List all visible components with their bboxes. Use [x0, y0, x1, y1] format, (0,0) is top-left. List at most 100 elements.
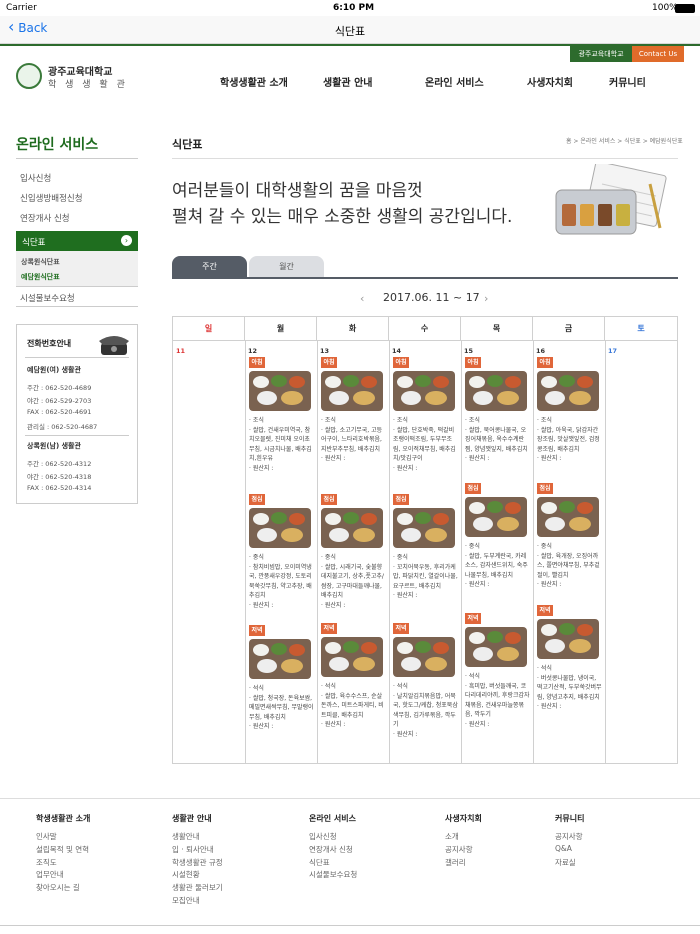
next-week-arrow-icon[interactable]: ›	[484, 292, 488, 305]
date-number: 15	[464, 347, 474, 355]
meal-tag: 저녁	[249, 625, 265, 636]
date-number: 14	[392, 347, 402, 355]
meal-calendar: 일 11 월 12 화 13 수 14 목 15 금 16 토 17 아침 · 조식 · 쌀밥, 건새우미역국…	[172, 316, 678, 764]
meal-tag: 점심	[249, 494, 265, 505]
column-divider	[533, 341, 534, 764]
weekday-header: 수	[389, 317, 461, 341]
meal-photo	[249, 508, 311, 548]
column-divider	[389, 341, 390, 764]
slogan-line1: 여러분들이 대학생활의 꿈을 마음껏	[172, 181, 423, 201]
gnb-item-intro[interactable]: 학생생활관 소개	[220, 74, 288, 89]
footer-link[interactable]: 시설물보수요청	[309, 869, 357, 880]
carrier-label: Carrier	[6, 3, 37, 13]
menu-text: · 중식 · 쌀밥, 육개장, 오징어까스, 쫄면야채무침, 부추겉절이, 빨김…	[537, 543, 600, 588]
date-number: 12	[248, 347, 258, 355]
footer-link[interactable]: 조직도	[36, 857, 57, 868]
meal-tag: 점심	[537, 483, 553, 494]
footer-link[interactable]: 입사신청	[309, 831, 337, 842]
lnb-sub-sangrok[interactable]: 상록원식단표	[21, 257, 60, 267]
meal-photo	[393, 637, 455, 677]
gnb-item-guide[interactable]: 생활관 안내	[323, 74, 372, 89]
nav-title: 식단표	[334, 25, 366, 38]
menu-text: · 석식 · 흑미밥, 버섯들깨국, 코다리데리야끼, 후랑크감자채볶음, 건새…	[465, 673, 530, 728]
slogan-line2: 펼쳐 갈 수 있는 매우 소중한 생활의 공간입니다.	[172, 207, 513, 227]
lnb-sub-yedam[interactable]: 예담원식단표	[21, 272, 60, 282]
footer-link[interactable]: 찾아오시는 길	[36, 882, 80, 893]
footer-link[interactable]: 업무안내	[36, 869, 64, 880]
column-divider	[605, 341, 606, 764]
footer-link[interactable]: 설립목적 및 연혁	[36, 844, 89, 855]
footer-link[interactable]: 학생생활관 규정	[172, 857, 223, 868]
footer-link[interactable]: 소개	[445, 831, 459, 842]
column-divider	[461, 341, 462, 764]
meal-tray-illustration	[555, 164, 667, 235]
lnb-item-apply[interactable]: 입사신청	[16, 172, 138, 184]
menu-text: · 조식 · 쌀밥, 건새우미역국, 참치오믈렛, 진미채 오이초무침, 시금치…	[249, 417, 312, 472]
tab-monthly[interactable]: 월간	[249, 256, 324, 278]
lnb-item-room[interactable]: 신입생방배정신청	[16, 192, 138, 204]
weekday-header: 화	[317, 317, 389, 341]
weekday-header: 목	[461, 317, 533, 341]
phone-heading-sangrok: 상록원(남) 생활관	[27, 442, 81, 450]
meal-photo	[249, 371, 311, 411]
footer-link[interactable]: 모집안내	[172, 895, 200, 906]
gnb-item-community[interactable]: 커뮤니티	[609, 74, 646, 89]
battery-label: 100%	[652, 3, 678, 13]
tab-underline	[172, 277, 678, 279]
footer-link[interactable]: 생활관 둘러보기	[172, 882, 223, 893]
lnb-item-repair[interactable]: 시설물보수요청	[16, 292, 138, 304]
lnb-active-label: 식단표	[22, 238, 46, 248]
site-logo[interactable]: 광주교육대학교 학 생 생 활 관	[16, 63, 136, 91]
meal-tag: 점심	[393, 494, 409, 505]
meal-photo	[393, 371, 455, 411]
title-divider	[172, 158, 678, 159]
footer-link[interactable]: 갤러리	[445, 857, 466, 868]
date-number: 17	[608, 347, 618, 355]
menu-text: · 조식 · 쌀밥, 소고기무국, 고등어구이, 느타리호박볶음, 지반부추무침…	[321, 417, 383, 462]
meal-photo	[249, 639, 311, 679]
phone-line: FAX : 062-520-4314	[27, 484, 92, 492]
phone-divider	[25, 435, 129, 436]
chevron-right-icon: ›	[121, 235, 132, 246]
phone-heading-yedam: 예담원(여) 생활관	[27, 366, 81, 374]
meal-photo	[465, 371, 527, 411]
prev-week-arrow-icon[interactable]: ‹	[360, 292, 364, 305]
meal-tag: 저녁	[321, 623, 337, 634]
phone-line: 야간 : 062-520-4318	[27, 473, 92, 481]
menu-text: · 석식 · 쌀밥, 육수수스프, 순살돈까스, 미트스파게티, 비트피클, 배…	[321, 683, 384, 728]
column-divider	[245, 341, 246, 764]
meal-tag: 점심	[321, 494, 337, 505]
footer-column-title: 온라인 서비스	[309, 814, 356, 823]
footer-link[interactable]: 공지사항	[555, 831, 583, 842]
lnb-submenu: 상록원식단표 예담원식단표	[16, 251, 138, 287]
menu-text: · 조식 · 쌀밥, 단호박죽, 떡갈비조랭이떡조림, 두부무조림, 오이적채무…	[393, 417, 456, 472]
column-divider	[317, 341, 318, 764]
footer-link[interactable]: 입 · 퇴사안내	[172, 844, 214, 855]
footer-column-title: 커뮤니티	[555, 814, 585, 823]
lnb-item-menu[interactable]: 식단표 ›	[16, 231, 138, 251]
meal-photo	[465, 627, 527, 667]
tab-weekly[interactable]: 주간	[172, 256, 247, 278]
footer-link[interactable]: 시설현황	[172, 869, 200, 880]
lnb-item-extend[interactable]: 연장개사 신청	[16, 212, 138, 224]
footer-link[interactable]: 생활안내	[172, 831, 200, 842]
footer-column-title: 학생생활관 소개	[36, 814, 91, 823]
meal-tag: 아침	[537, 357, 553, 368]
meal-photo	[393, 508, 455, 548]
meal-photo	[537, 619, 599, 659]
menu-text: · 조식 · 쌀밥, 아욱국, 닭감자간장조림, 맛살깻잎전, 검정콩조림, 배…	[537, 417, 600, 462]
gnb-item-online[interactable]: 온라인 서비스	[425, 74, 484, 89]
footer-link[interactable]: 공지사항	[445, 844, 473, 855]
footer-link[interactable]: 인사말	[36, 831, 57, 842]
date-number: 11	[176, 347, 186, 355]
footer-link[interactable]: 식단표	[309, 857, 330, 868]
university-link[interactable]: 광주교육대학교	[570, 46, 632, 62]
contact-us-link[interactable]: Contact Us	[632, 46, 684, 62]
phone-line: 야간 : 062-529-2703	[27, 397, 92, 405]
footer-link[interactable]: 연장개사 신청	[309, 844, 353, 855]
breadcrumb: 홈 > 온라인 서비스 > 식단표 > 예담원식단표	[566, 138, 683, 145]
meal-photo	[321, 371, 383, 411]
gnb-item-council[interactable]: 사생자치회	[527, 74, 573, 89]
footer-link[interactable]: Q&A	[555, 844, 572, 853]
footer-link[interactable]: 자료실	[555, 857, 576, 868]
